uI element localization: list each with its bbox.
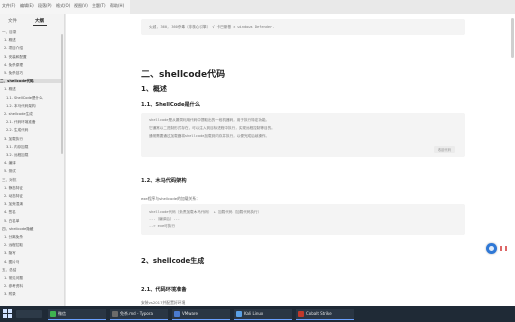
taskbar-app[interactable]: VMware [172, 309, 230, 320]
app-icon [236, 311, 242, 317]
start-button[interactable] [3, 309, 13, 319]
taskbar-search[interactable] [16, 310, 42, 318]
taskbar-app[interactable]: Kali Linux [234, 309, 292, 320]
code-block-what: shellcode是从漏洞利用代码中提取出的一段机器码，用于执行特定功能。 它通… [141, 113, 465, 157]
outline-item[interactable]: 1. 概述 [4, 87, 16, 91]
outline-item[interactable]: 2. 远程拉取 [4, 243, 23, 247]
code-block-architecture: shellcode代码（负责加载木马代码） + 加载代码（加载代码执行） ---… [141, 204, 465, 235]
outline-item[interactable]: 2. 参考资料 [4, 284, 23, 288]
outline-item[interactable]: 1.1. ShellCode是什么 [6, 96, 43, 100]
menu-format[interactable]: 格式(O) [56, 3, 70, 9]
taskbar-app-label: 微信 [58, 311, 66, 316]
outline-item[interactable]: 2. 动态特征 [4, 194, 23, 198]
code-line: --> exe可执行 [149, 224, 175, 228]
outline-item[interactable]: 2. 项目介绍 [4, 46, 23, 50]
taskbar-app[interactable]: 免杀.md - Typora [110, 309, 168, 320]
code-line: 火绒, 360, 360杀毒（非核心引擎） √ 卡巴斯基 × windows D… [149, 25, 275, 29]
code-line: 它通常以二进制形式存在，可以注入到目标进程中执行，实现远程控制等目的。 [149, 126, 275, 130]
heading-shellcode-generation: 2、shellcode生成 [141, 257, 205, 265]
tab-outline[interactable]: 大纲 [35, 18, 44, 24]
outline-item[interactable]: 3.1. 内存加载 [6, 145, 28, 149]
outline-item[interactable]: 4. 图片马 [4, 260, 19, 264]
taskbar-app-label: 免杀.md - Typora [120, 311, 153, 316]
app-icon [112, 311, 118, 317]
heading-what-is-shellcode: 1.1、ShellCode是什么 [141, 102, 201, 108]
outline-item[interactable]: 1. 分离免杀 [4, 235, 23, 239]
taskbar: 微信 免杀.md - Typora VMware Kali Linux Cobalt S… [0, 306, 515, 322]
outline-item[interactable]: 2.1. 代码环境准备 [6, 120, 36, 124]
outline-item[interactable]: 四、shellcode隐藏 [2, 227, 33, 231]
floating-indicator [500, 246, 502, 251]
outline-item[interactable]: 3.2. 远程加载 [6, 153, 28, 157]
app-icon [174, 311, 180, 317]
heading-shellcode: 二、shellcode代码 [141, 70, 226, 80]
outline-item[interactable]: 2.2. 生成代码 [6, 128, 28, 132]
outline-item[interactable]: 1.2. 本马代码架构 [6, 104, 36, 108]
taskbar-app-label: Cobalt Strike [306, 311, 332, 316]
floating-indicator [505, 246, 507, 251]
outline-item[interactable]: 1. 概述 [4, 38, 16, 42]
collapse-code-button[interactable]: 收起代码 [433, 146, 455, 153]
outline-item[interactable]: 4. 签名 [4, 210, 16, 214]
app-icon [50, 311, 56, 317]
outline-item[interactable]: 5. 白名单 [4, 219, 19, 223]
outline-item[interactable]: 二、shellcode代码 [0, 79, 62, 84]
sidebar-scrollbar[interactable] [61, 34, 63, 154]
code-line: ---（编译后）--- [149, 217, 180, 221]
taskbar-app-label: Kali Linux [244, 311, 264, 316]
menu-edit[interactable]: 编辑(E) [20, 3, 34, 9]
outline-item[interactable]: 4. 免杀原理 [4, 63, 23, 67]
outline-item[interactable]: 三、对抗 [2, 178, 16, 182]
heading-architecture: 1.2、木马代码架构 [141, 178, 187, 184]
heading-env-prep: 2.1、代码环境准备 [141, 287, 187, 293]
code-line: 通常需要通过加载器将shellcode加载到内存并执行，以便完成后续操作。 [149, 134, 270, 138]
tab-files[interactable]: 文件 [8, 18, 17, 24]
outline-item[interactable]: 2. shellcode生成 [4, 112, 33, 116]
outline-sidebar: 文件 大纲 一、目录 1. 概述 2. 项目介绍 3. 安装和配置 4. 免杀原理 5. … [0, 14, 65, 306]
menu-bar: 文件(F) 编辑(E) 段落(P) 格式(O) 视图(V) 主题(T) 帮助(H… [0, 0, 130, 14]
outline-item[interactable]: 3. 附录 [4, 292, 16, 296]
sidebar-tabs: 文件 大纲 [0, 16, 64, 26]
menu-file[interactable]: 文件(F) [2, 3, 15, 9]
taskbar-app[interactable]: 微信 [48, 309, 106, 320]
architecture-description: exe程序与shellcode的加载关系： [141, 196, 200, 201]
outline-item[interactable]: 4. 编译 [4, 161, 16, 165]
app-icon [298, 311, 304, 317]
floating-assistant-button[interactable] [486, 243, 497, 254]
outline-item[interactable]: 一、目录 [2, 30, 16, 34]
outline-item[interactable]: 5. 免杀技巧 [4, 71, 23, 75]
document-area: 火绒, 360, 360杀毒（非核心引擎） √ 卡巴斯基 × windows D… [66, 14, 515, 306]
outline-item[interactable]: 3. 加壳混淆 [4, 202, 23, 206]
outline-item[interactable]: 3. 隐写 [4, 251, 16, 255]
heading-overview: 1、概述 [141, 85, 167, 93]
menu-paragraph[interactable]: 段落(P) [38, 3, 52, 9]
outline-item[interactable]: 3. 加载执行 [4, 137, 23, 141]
menu-view[interactable]: 视图(V) [74, 3, 88, 9]
taskbar-app-label: VMware [182, 311, 198, 316]
menu-help[interactable]: 帮助(H) [110, 3, 124, 9]
document-scrollbar[interactable] [511, 18, 514, 58]
code-line: shellcode是从漏洞利用代码中提取出的一段机器码，用于执行特定功能。 [149, 118, 270, 122]
menu-theme[interactable]: 主题(T) [92, 3, 106, 9]
active-tab-indicator [33, 25, 47, 26]
outline-item[interactable]: 1. 常见问题 [4, 276, 23, 280]
outline-item[interactable]: 3. 安装和配置 [4, 55, 27, 59]
code-block-intro: 火绒, 360, 360杀毒（非核心引擎） √ 卡巴斯基 × windows D… [141, 19, 465, 35]
code-line: shellcode代码（负责加载木马代码） + 加载代码（加载代码执行） [149, 210, 262, 214]
taskbar-app[interactable]: Cobalt Strike [296, 309, 354, 320]
outline-item[interactable]: 1. 静态特征 [4, 186, 23, 190]
outline-item[interactable]: 五、总结 [2, 268, 16, 272]
outline-item[interactable]: 5. 测试 [4, 169, 16, 173]
